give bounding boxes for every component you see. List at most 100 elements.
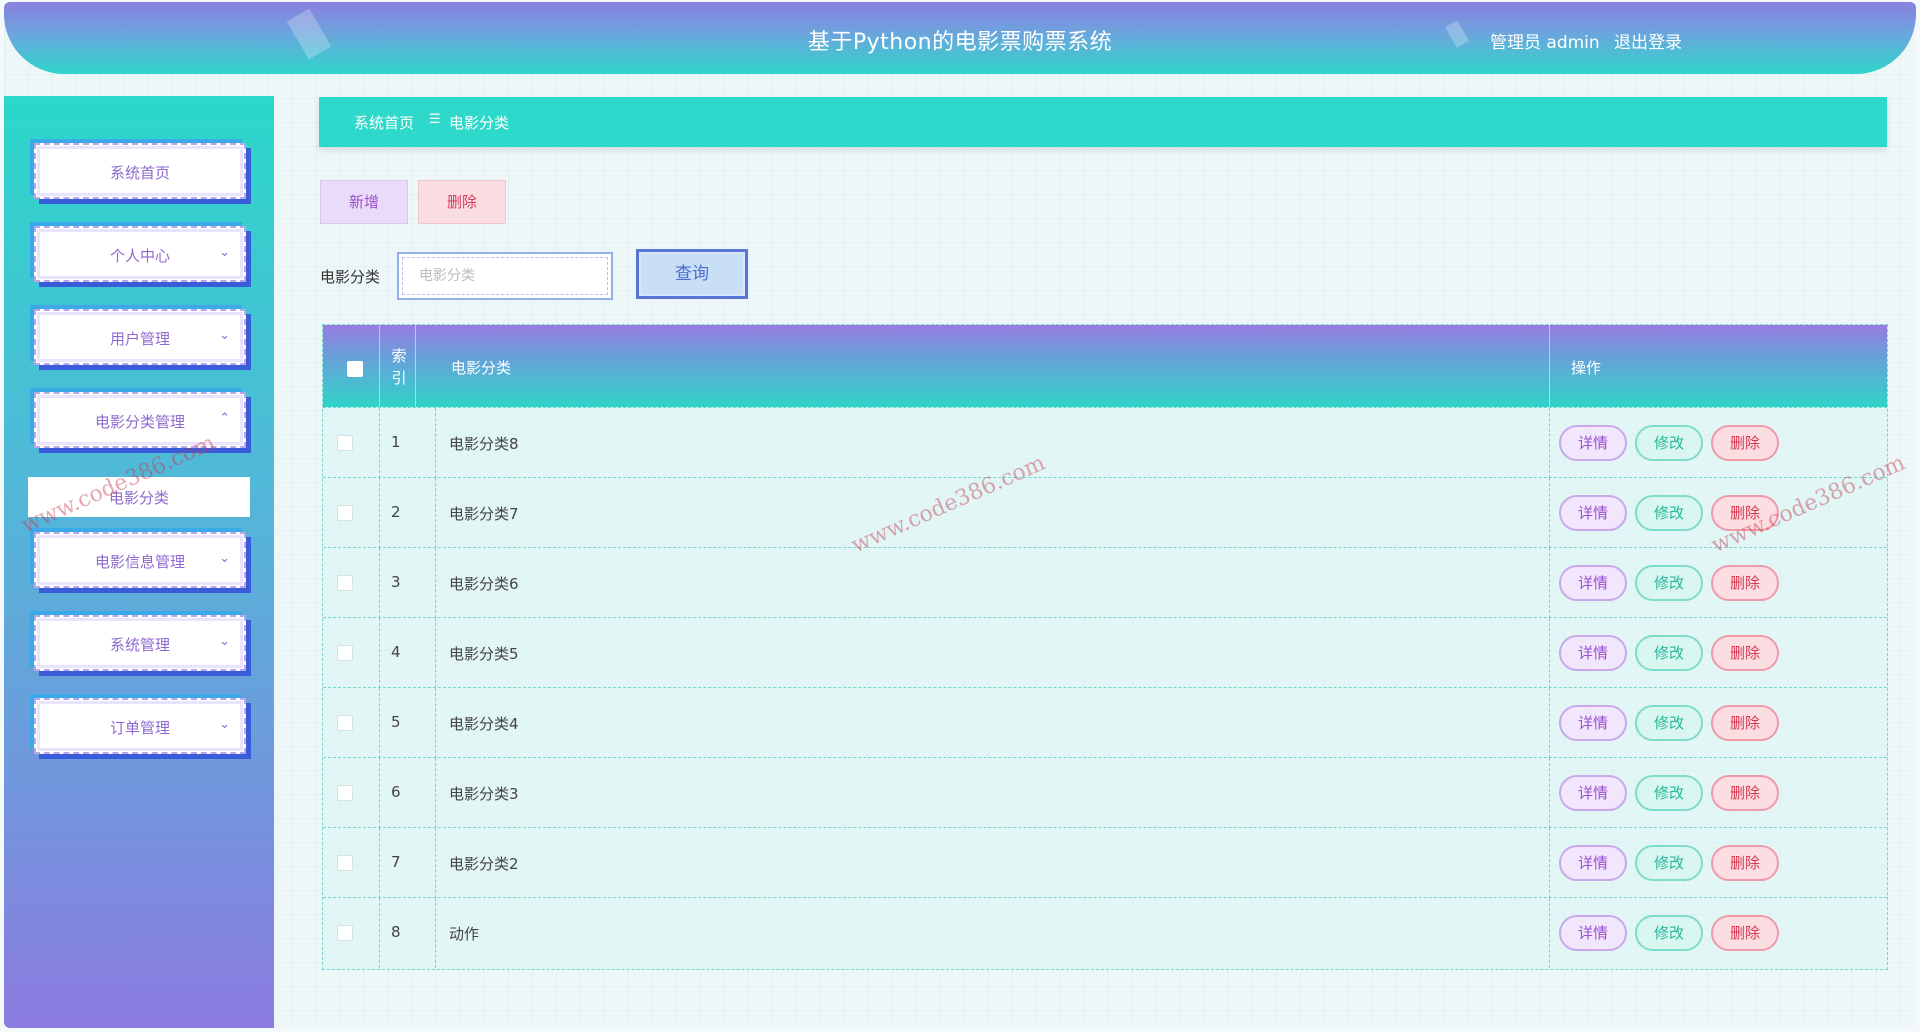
top-header: 基于Python的电影票购票系统 管理员 admin 退出登录	[4, 2, 1916, 74]
edit-button[interactable]: 修改	[1635, 565, 1703, 601]
header-divider	[379, 325, 380, 407]
column-divider	[1549, 758, 1550, 828]
row-category: 电影分类6	[449, 575, 519, 593]
column-divider	[435, 548, 436, 618]
edit-button[interactable]: 修改	[1635, 495, 1703, 531]
sidebar-item-label: 订单管理	[109, 719, 170, 737]
column-divider	[1549, 478, 1550, 548]
sidebar-item-home[interactable]: 系统首页	[34, 143, 246, 199]
chevron-up-icon: ⌃	[219, 411, 230, 426]
delete-button[interactable]: 删除	[1711, 425, 1779, 461]
row-checkbox[interactable]	[337, 715, 353, 731]
edit-button[interactable]: 修改	[1635, 705, 1703, 741]
column-divider	[435, 408, 436, 478]
row-checkbox[interactable]	[337, 435, 353, 451]
detail-button[interactable]: 详情	[1559, 775, 1627, 811]
sidebar-item-label: 电影信息管理	[94, 553, 185, 571]
delete-button[interactable]: 删除	[1711, 565, 1779, 601]
search-button[interactable]: 查询	[636, 249, 748, 299]
sidebar-item-users[interactable]: 用户管理 ⌄	[34, 309, 246, 365]
edit-button[interactable]: 修改	[1635, 425, 1703, 461]
sidebar-item-profile[interactable]: 个人中心 ⌄	[34, 226, 246, 282]
header-index: 索引	[391, 347, 407, 387]
row-category: 电影分类7	[449, 505, 519, 523]
detail-button[interactable]: 详情	[1559, 495, 1627, 531]
chevron-down-icon: ⌄	[219, 245, 230, 260]
header-operations: 操作	[1571, 359, 1602, 377]
column-divider	[1549, 408, 1550, 478]
row-category: 电影分类8	[449, 435, 519, 453]
table-row: 6 电影分类3 详情 修改 删除	[323, 757, 1887, 828]
delete-button[interactable]: 删除	[1711, 495, 1779, 531]
edit-button[interactable]: 修改	[1635, 845, 1703, 881]
header-category: 电影分类	[451, 359, 512, 377]
breadcrumb-separator-icon: ☰	[429, 112, 441, 127]
edit-button[interactable]: 修改	[1635, 635, 1703, 671]
edit-button[interactable]: 修改	[1635, 775, 1703, 811]
row-index: 2	[391, 503, 401, 521]
column-divider	[435, 618, 436, 688]
row-index: 7	[391, 853, 401, 871]
sidebar-item-movie-info[interactable]: 电影信息管理 ⌄	[34, 532, 246, 588]
logout-link[interactable]: 退出登录	[1614, 28, 1682, 53]
sidebar-item-system[interactable]: 系统管理 ⌄	[34, 615, 246, 671]
column-divider	[379, 828, 380, 898]
table-row: 8 动作 详情 修改 删除	[323, 897, 1887, 968]
select-all-checkbox[interactable]	[347, 361, 363, 377]
row-category: 电影分类3	[449, 785, 519, 803]
column-divider	[435, 688, 436, 758]
current-user: 管理员 admin	[1490, 33, 1600, 53]
column-divider	[379, 408, 380, 478]
delete-button[interactable]: 删除	[1711, 775, 1779, 811]
sidebar-subitem-label: 电影分类	[108, 489, 169, 507]
column-divider	[379, 478, 380, 548]
detail-button[interactable]: 详情	[1559, 425, 1627, 461]
delete-button[interactable]: 删除	[1711, 915, 1779, 951]
breadcrumb: 系统首页 ☰ 电影分类	[319, 97, 1887, 147]
delete-button[interactable]: 删除	[1711, 845, 1779, 881]
row-index: 5	[391, 713, 401, 731]
sidebar-item-label: 系统管理	[109, 636, 170, 654]
column-divider	[1549, 898, 1550, 968]
row-checkbox[interactable]	[337, 855, 353, 871]
row-checkbox[interactable]	[337, 785, 353, 801]
category-table: 索引 电影分类 操作 1 电影分类8 详情 修改 删除 2 电影分类7 详情 修…	[322, 324, 1888, 970]
column-divider	[379, 688, 380, 758]
detail-button[interactable]: 详情	[1559, 915, 1627, 951]
table-header: 索引 电影分类 操作	[323, 325, 1887, 407]
table-row: 5 电影分类4 详情 修改 删除	[323, 687, 1887, 758]
chevron-down-icon: ⌄	[219, 551, 230, 566]
row-checkbox[interactable]	[337, 645, 353, 661]
detail-button[interactable]: 详情	[1559, 565, 1627, 601]
column-divider	[435, 478, 436, 548]
row-category: 电影分类4	[449, 715, 519, 733]
row-checkbox[interactable]	[337, 575, 353, 591]
row-index: 3	[391, 573, 401, 591]
table-row: 4 电影分类5 详情 修改 删除	[323, 617, 1887, 688]
sidebar-item-orders[interactable]: 订单管理 ⌄	[34, 698, 246, 754]
delete-button[interactable]: 删除	[1711, 635, 1779, 671]
sidebar-subitem-movie-category[interactable]: 电影分类	[28, 477, 250, 517]
table-row: 3 电影分类6 详情 修改 删除	[323, 547, 1887, 618]
table-row: 7 电影分类2 详情 修改 删除	[323, 827, 1887, 898]
delete-button[interactable]: 删除	[1711, 705, 1779, 741]
header-divider	[1549, 325, 1550, 407]
breadcrumb-home[interactable]: 系统首页	[354, 112, 414, 133]
header-divider	[415, 325, 416, 407]
row-checkbox[interactable]	[337, 505, 353, 521]
row-category: 电影分类5	[449, 645, 519, 663]
detail-button[interactable]: 详情	[1559, 705, 1627, 741]
row-checkbox[interactable]	[337, 925, 353, 941]
sidebar-item-category-management[interactable]: 电影分类管理 ⌃	[34, 392, 246, 448]
search-label: 电影分类	[320, 268, 381, 286]
chevron-down-icon: ⌄	[219, 634, 230, 649]
sidebar-item-label: 电影分类管理	[94, 413, 185, 431]
search-input[interactable]	[397, 252, 613, 300]
add-button[interactable]: 新增	[320, 180, 408, 224]
edit-button[interactable]: 修改	[1635, 915, 1703, 951]
detail-button[interactable]: 详情	[1559, 845, 1627, 881]
column-divider	[1549, 828, 1550, 898]
row-category: 动作	[449, 925, 480, 943]
detail-button[interactable]: 详情	[1559, 635, 1627, 671]
batch-delete-button[interactable]: 删除	[418, 180, 506, 224]
